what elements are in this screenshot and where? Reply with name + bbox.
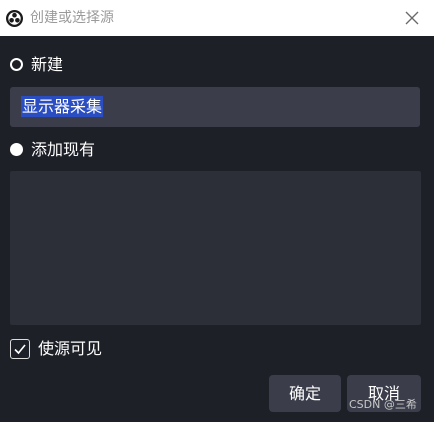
create-select-source-dialog: 创建或选择源 新建 显示器采集 添加现有 使源可见 确定 取消 CSDN @三希: [0, 0, 434, 422]
close-icon[interactable]: [404, 10, 420, 26]
make-visible-checkbox[interactable]: [10, 339, 30, 359]
make-visible-label: 使源可见: [38, 339, 103, 358]
create-new-label: 新建: [31, 55, 64, 74]
existing-sources-list[interactable]: [10, 171, 421, 325]
watermark-text: CSDN @三希: [349, 398, 417, 411]
source-name-value: 显示器采集: [21, 96, 104, 117]
ok-button[interactable]: 确定: [269, 375, 341, 412]
checkmark-icon: [14, 344, 26, 355]
source-name-input[interactable]: 显示器采集: [10, 87, 420, 127]
window-title: 创建或选择源: [30, 10, 114, 26]
title-bar: 创建或选择源: [0, 0, 434, 36]
create-new-radio[interactable]: [10, 58, 23, 71]
add-existing-radio[interactable]: [10, 143, 23, 156]
obs-logo-icon: [6, 10, 23, 27]
add-existing-label: 添加现有: [31, 140, 96, 159]
